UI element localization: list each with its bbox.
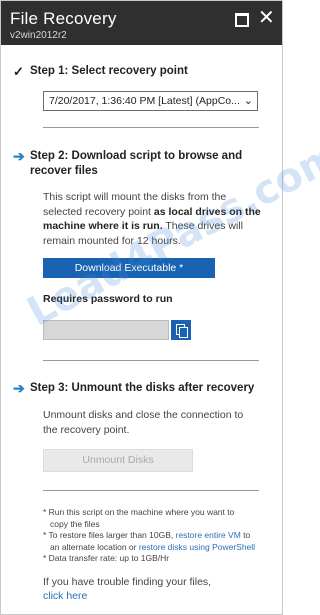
arrow-right-icon: ➔ (13, 148, 25, 164)
checkmark-icon: ✓ (13, 64, 24, 79)
chevron-down-icon: ⌄ (243, 95, 253, 107)
copy-password-button[interactable] (171, 320, 191, 340)
step2-desc-line3: machine where it is run. These drives wi… (43, 219, 261, 234)
step2-heading-line1: Step 2: Download script to browse and (30, 150, 243, 162)
arrow-right-icon: ➔ (13, 380, 25, 396)
password-field[interactable] (43, 320, 169, 340)
note-1-line2: copy the files (50, 518, 100, 529)
note-2-text: * To restore files larger than 10GB, (43, 530, 176, 540)
step2-desc-text: These drives will (162, 220, 243, 232)
divider (43, 360, 259, 361)
blade-title: File Recovery (10, 9, 117, 28)
note-1-line1: * Run this script on the machine where y… (43, 507, 235, 517)
step2-desc-line4: remain mounted for 12 hours. (43, 234, 181, 247)
restore-disks-powershell-link[interactable]: restore disks using PowerShell (139, 542, 255, 552)
download-executable-button[interactable]: Download Executable * (43, 258, 215, 278)
divider (43, 127, 259, 128)
note-2-line1: * To restore files larger than 10GB, res… (43, 530, 255, 542)
footnotes: * Run this script on the machine where y… (43, 507, 255, 565)
title-bar: File Recovery v2win2012r2 ✕ (1, 1, 282, 45)
note-3: * Data transfer rate: up to 1GB/Hr (43, 553, 170, 563)
blade-subtitle: v2win2012r2 (10, 30, 67, 41)
step2-desc-line1: This script will mount the disks from th… (43, 191, 227, 203)
close-button[interactable]: ✕ (258, 8, 275, 28)
step2-desc-text: selected recovery point (43, 205, 154, 218)
password-label: Requires password to run (43, 293, 173, 305)
trouble-finding-files: If you have trouble finding your files, … (43, 575, 211, 603)
maximize-icon (235, 13, 249, 27)
unmount-disks-button[interactable]: Unmount Disks (43, 449, 193, 472)
step3-desc-line1: Unmount disks and close the connection t… (43, 409, 244, 421)
step2-desc-bold: as local drives on the (153, 205, 261, 218)
step2-description: This script will mount the disks from th… (43, 190, 261, 248)
step3-desc-line2: the recovery point. (43, 423, 130, 436)
recovery-point-select[interactable]: 7/20/2017, 1:36:40 PM [Latest] (AppCo...… (43, 91, 258, 111)
copy-icon-front (179, 327, 188, 338)
note-2-line2: an alternate location or restore disks u… (43, 542, 255, 554)
click-here-link[interactable]: click here (43, 589, 211, 603)
close-icon: ✕ (258, 7, 275, 29)
divider (43, 490, 259, 491)
step2-heading: Step 2: Download script to browse and re… (30, 149, 242, 179)
restore-entire-vm-link[interactable]: restore entire VM (176, 530, 241, 540)
step3-heading: Step 3: Unmount the disks after recovery (30, 382, 255, 394)
maximize-button[interactable] (233, 11, 249, 27)
step2-desc-bold: machine where it is run. (43, 220, 163, 232)
trouble-text: If you have trouble finding your files, (43, 576, 212, 588)
step2-desc-line2: selected recovery point as local drives … (43, 205, 261, 220)
step3-description: Unmount disks and close the connection t… (43, 408, 243, 437)
step1-heading: Step 1: Select recovery point (30, 65, 188, 77)
step2-heading-line2: recover files (30, 165, 98, 177)
note-2-text: an alternate location or (50, 541, 139, 552)
note-2-text: to (240, 530, 251, 540)
recovery-point-value: 7/20/2017, 1:36:40 PM [Latest] (AppCo... (49, 95, 240, 107)
